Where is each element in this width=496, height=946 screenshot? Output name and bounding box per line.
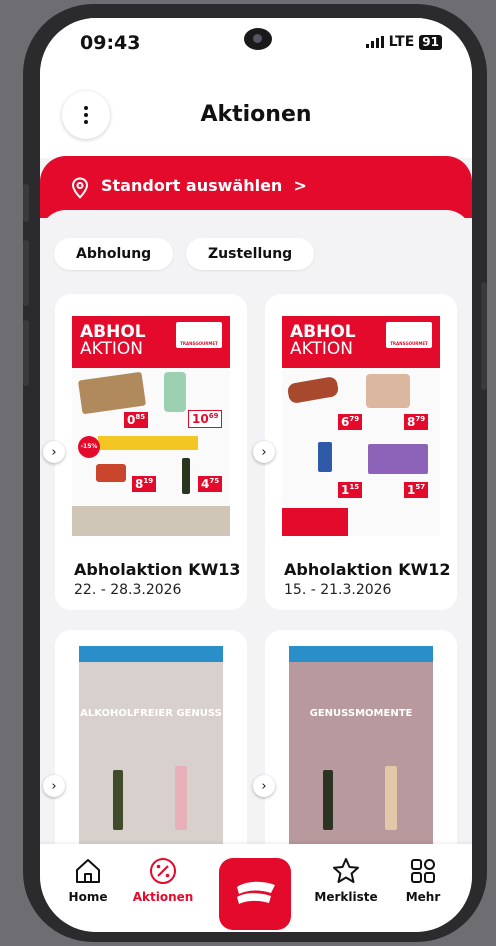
flyer-thumbnail: ALKOHOLFREIER GENUSS	[79, 646, 223, 870]
product-image	[323, 770, 333, 830]
chevron-right-icon[interactable]: ›	[253, 775, 275, 797]
product-image	[385, 766, 397, 830]
brand-logo: TRANSGOURMET	[176, 322, 222, 348]
location-pin-icon	[71, 177, 89, 199]
product-image	[366, 374, 410, 408]
discount-badge: -15%	[78, 436, 100, 458]
phone-side-button	[481, 282, 487, 390]
nav-item-home[interactable]: Home	[53, 856, 123, 904]
brand-logo-icon	[237, 881, 275, 904]
status-time: 09:43	[80, 32, 141, 54]
nav-label: Home	[68, 890, 108, 904]
home-icon	[76, 859, 100, 883]
product-image	[318, 442, 332, 472]
flyer-thumbnail: GENUSSMOMENTE	[289, 646, 433, 870]
promo-banner	[282, 508, 348, 536]
flyer-caption: GENUSSMOMENTE	[309, 708, 413, 719]
page-title: Aktionen	[200, 102, 312, 127]
location-label: Standort auswählen >	[101, 176, 307, 195]
network-label: LTE	[388, 34, 415, 50]
location-select-button[interactable]: Standort auswählen >	[40, 156, 472, 218]
app-screen: 09:43 LTE 91 Aktionen Standort auswählen…	[40, 18, 472, 932]
flyer-header	[289, 646, 433, 662]
filter-chip-zustellung[interactable]: Zustellung	[186, 238, 315, 270]
nav-label: Aktionen	[132, 890, 194, 904]
phone-side-button	[23, 240, 29, 306]
star-icon	[333, 858, 359, 883]
promo-banner	[98, 436, 198, 450]
status-bar: 09:43 LTE 91	[40, 18, 472, 74]
card-date: 22. - 28.3.2026	[74, 582, 182, 598]
product-image	[368, 444, 428, 474]
product-image	[175, 766, 187, 830]
price-tag: 879	[404, 414, 429, 430]
app-header: Aktionen	[40, 74, 472, 158]
promo-card[interactable]: GENUSSMOMENTE	[265, 630, 457, 870]
flyer-caption: ALKOHOLFREIER GENUSS	[80, 708, 222, 719]
price-tag: 115	[338, 482, 363, 498]
bottom-navigation: Home Aktionen Merkliste Mehr	[40, 844, 472, 932]
product-image	[164, 372, 186, 412]
product-image	[286, 375, 340, 405]
nav-label: Mehr	[405, 890, 441, 904]
flyer-subline: AKTION	[80, 339, 143, 359]
promo-card[interactable]: ALKOHOLFREIER GENUSS	[55, 630, 247, 870]
product-image	[77, 371, 147, 415]
price-tag: 475	[198, 476, 223, 492]
brand-center-button[interactable]	[219, 858, 291, 930]
price-tag: 679	[338, 414, 363, 430]
price-tag: 085	[124, 412, 149, 428]
grid-icon	[411, 859, 435, 883]
status-indicators: LTE 91	[365, 34, 442, 50]
chevron-right-icon[interactable]: ›	[253, 441, 275, 463]
camera-icon	[244, 28, 272, 50]
product-image	[96, 464, 126, 482]
price-tag: 157	[404, 482, 429, 498]
flyer-thumbnail: ABHOL AKTION TRANSGOURMET 679 879 115 15…	[282, 316, 440, 536]
signal-icon	[365, 36, 384, 48]
product-image	[182, 458, 190, 494]
card-title: Abholaktion KW12	[284, 560, 451, 579]
price-tag: 819	[132, 476, 157, 492]
nav-item-merkliste[interactable]: Merkliste	[311, 856, 381, 904]
chevron-right-icon[interactable]: ›	[43, 775, 65, 797]
product-image	[72, 506, 230, 536]
phone-side-button	[23, 184, 29, 222]
flyer-header	[79, 646, 223, 662]
nav-label: Merkliste	[314, 890, 378, 904]
card-date: 15. - 21.3.2026	[284, 582, 392, 598]
flyer-header: ABHOL AKTION TRANSGOURMET	[282, 316, 440, 368]
promo-card[interactable]: ABHOL AKTION TRANSGOURMET 679 879 115 15…	[265, 294, 457, 610]
nav-item-aktionen[interactable]: Aktionen	[128, 856, 198, 904]
promo-card[interactable]: ABHOL AKTION TRANSGOURMET 085 1069 -15% …	[55, 294, 247, 610]
phone-side-button	[23, 320, 29, 386]
percent-icon	[150, 858, 176, 884]
price-tag: 1069	[188, 410, 223, 428]
product-image	[113, 770, 123, 830]
brand-logo: TRANSGOURMET	[386, 322, 432, 348]
battery-icon: 91	[419, 34, 442, 50]
flyer-subline: AKTION	[290, 339, 353, 359]
flyer-thumbnail: ABHOL AKTION TRANSGOURMET 085 1069 -15% …	[72, 316, 230, 536]
chevron-right-icon[interactable]: ›	[43, 441, 65, 463]
nav-item-mehr[interactable]: Mehr	[388, 856, 458, 904]
flyer-header: ABHOL AKTION TRANSGOURMET	[72, 316, 230, 368]
card-title: Abholaktion KW13	[74, 560, 241, 579]
filter-chip-abholung[interactable]: Abholung	[54, 238, 174, 270]
